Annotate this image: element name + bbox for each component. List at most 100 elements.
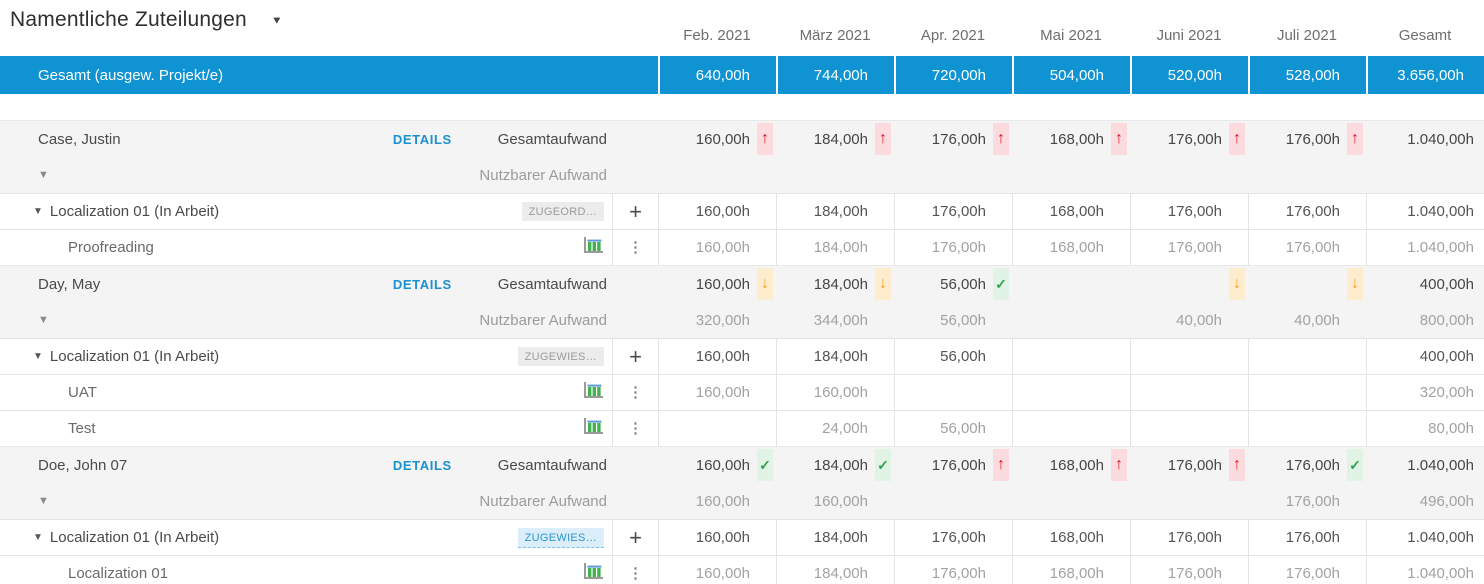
month-cell: 160,00h ↓: [658, 266, 776, 302]
people-rows: Case, JustinDETAILSGesamtaufwand160,00h↑…: [0, 120, 1484, 584]
collapse-toggle-icon[interactable]: ▼: [38, 495, 49, 507]
person-secondary-row: ▼Nutzbarer Aufwand160,00h160,00h176,00h4…: [0, 483, 1484, 519]
cell-value: 56,00h: [940, 420, 986, 437]
task-label-cell: Test: [0, 411, 612, 446]
month-cell: 344,00h: [776, 302, 894, 338]
details-link[interactable]: DETAILS: [393, 458, 452, 473]
month-cell: 184,00h: [776, 194, 894, 229]
assignment-status-badge[interactable]: ZUGEWIES…: [518, 528, 604, 548]
assignment-label-cell: ▼Localization 01 (In Arbeit)ZUGEWIES…: [0, 339, 612, 374]
month-cell: [894, 157, 1012, 193]
row-actions-cell: +: [612, 194, 658, 229]
bar-chart-icon[interactable]: [583, 562, 604, 584]
month-cell: 168,00h: [1012, 520, 1130, 555]
person-label-cell: ▼ Nutzbarer Aufwand: [0, 157, 612, 193]
collapse-toggle-icon[interactable]: ▼: [33, 351, 43, 362]
month-cell: [1012, 266, 1130, 302]
column-header: Juni 2021: [1130, 27, 1248, 56]
cell-value: 176,00h: [1168, 457, 1222, 474]
view-selector[interactable]: Namentliche Zuteilungen ▼: [10, 8, 283, 32]
cell-value: 168,00h: [1050, 457, 1104, 474]
month-cell: 184,00h↓: [776, 266, 894, 302]
add-allocation-button[interactable]: +: [629, 201, 642, 223]
check-icon: ✓: [993, 268, 1009, 300]
cell-value: 176,00h: [932, 203, 986, 220]
cell-value: 184,00h: [814, 276, 868, 293]
bar-chart-icon[interactable]: [583, 417, 604, 440]
kebab-menu-button[interactable]: ⋮: [628, 241, 643, 255]
collapse-toggle-icon[interactable]: ▼: [38, 169, 49, 181]
month-cell: [1130, 411, 1248, 446]
cell-value: 184,00h: [814, 565, 868, 582]
cell-value: 176,00h: [1286, 457, 1340, 474]
month-cell: [1248, 339, 1366, 374]
cell-value: 160,00h: [696, 276, 750, 293]
chevron-down-icon: ▼: [271, 14, 283, 26]
cell-value: 720,00h: [932, 67, 986, 84]
cell-value: 160,00h: [696, 457, 750, 474]
month-cell: 168,00h: [1012, 230, 1130, 265]
person-label-cell: ▼Nutzbarer Aufwand: [0, 302, 612, 338]
details-link[interactable]: DETAILS: [393, 132, 452, 147]
month-cell: 176,00h: [894, 194, 1012, 229]
cell-value: 160,00h: [696, 239, 750, 256]
month-cell: 56,00h: [894, 302, 1012, 338]
kebab-menu-button[interactable]: ⋮: [628, 567, 643, 581]
resource-allocation-view: Namentliche Zuteilungen ▼ Feb. 2021März …: [0, 0, 1484, 584]
kebab-menu-button[interactable]: ⋮: [628, 386, 643, 400]
person-name: Case, Justin: [38, 131, 121, 148]
bar-chart-icon[interactable]: [583, 381, 604, 404]
month-cell: [658, 411, 776, 446]
person-label-cell: Doe, John 07DETAILSGesamtaufwand: [0, 447, 612, 483]
add-allocation-button[interactable]: +: [629, 527, 642, 549]
gesamt-cell: 400,00h: [1366, 266, 1484, 302]
gesamt-cell: 1.040,00h: [1366, 194, 1484, 229]
month-cell: 184,00h: [776, 230, 894, 265]
assignment-status-badge[interactable]: ZUGEWIES…: [518, 347, 604, 366]
gesamt-cell: 80,00h: [1366, 411, 1484, 446]
column-headers: Feb. 2021März 2021Apr. 2021Mai 2021Juni …: [658, 27, 1484, 56]
cell-value: 168,00h: [1050, 131, 1104, 148]
month-cell: 176,00h↑: [1130, 447, 1248, 483]
person-label-cell: ▼Nutzbarer Aufwand: [0, 483, 612, 519]
month-cell: 184,00h: [776, 339, 894, 374]
month-cell: 56,00h✓: [894, 266, 1012, 302]
bar-chart-icon[interactable]: [583, 236, 604, 259]
person-block: Case, JustinDETAILSGesamtaufwand160,00h↑…: [0, 120, 1484, 193]
arrow-down-icon: ↓: [1229, 268, 1245, 300]
column-header: März 2021: [776, 27, 894, 56]
task-row: Localization 01⋮160,00h184,00h176,00h168…: [0, 555, 1484, 584]
cell-value: 176,00h: [932, 239, 986, 256]
collapse-toggle-icon[interactable]: ▼: [33, 532, 43, 543]
collapse-toggle-icon[interactable]: ▼: [33, 206, 43, 217]
person-label-cell: Day, MayDETAILSGesamtaufwand: [0, 266, 612, 302]
month-cell: 160,00h✓: [658, 447, 776, 483]
month-cell: 56,00h: [894, 339, 1012, 374]
arrow-down-icon: ↓: [757, 268, 773, 300]
cell-value: 1.040,00h: [1407, 457, 1474, 474]
cell-value: 176,00h: [1286, 529, 1340, 546]
cell-value: 168,00h: [1050, 529, 1104, 546]
kebab-menu-button[interactable]: ⋮: [628, 422, 643, 436]
row-actions-cell: ⋮: [612, 411, 658, 446]
cell-value: 184,00h: [814, 348, 868, 365]
effort-usable-label: Nutzbarer Aufwand: [479, 167, 607, 184]
month-cell: 160,00h: [658, 556, 776, 584]
month-cell: 160,00h: [776, 483, 894, 519]
cell-value: 184,00h: [814, 239, 868, 256]
collapse-toggle-icon[interactable]: ▼: [38, 314, 49, 326]
person-summary-row: Doe, John 07DETAILSGesamtaufwand160,00h✓…: [0, 447, 1484, 483]
month-cell: 160,00h: [658, 483, 776, 519]
add-allocation-button[interactable]: +: [629, 346, 642, 368]
effort-total-label: Gesamtaufwand: [498, 457, 607, 474]
month-cell: 176,00h↑: [894, 121, 1012, 157]
task-label-cell: UAT: [0, 375, 612, 410]
cell-value: 160,00h: [696, 131, 750, 148]
assignment-name: Localization 01 (In Arbeit): [50, 529, 219, 546]
month-cell: 176,00h: [894, 230, 1012, 265]
person-block: Doe, John 07DETAILSGesamtaufwand160,00h✓…: [0, 446, 1484, 519]
assignment-status-badge[interactable]: ZUGEORD…: [522, 202, 604, 221]
cell-value: 400,00h: [1420, 348, 1474, 365]
check-icon: ✓: [875, 449, 891, 481]
details-link[interactable]: DETAILS: [393, 277, 452, 292]
